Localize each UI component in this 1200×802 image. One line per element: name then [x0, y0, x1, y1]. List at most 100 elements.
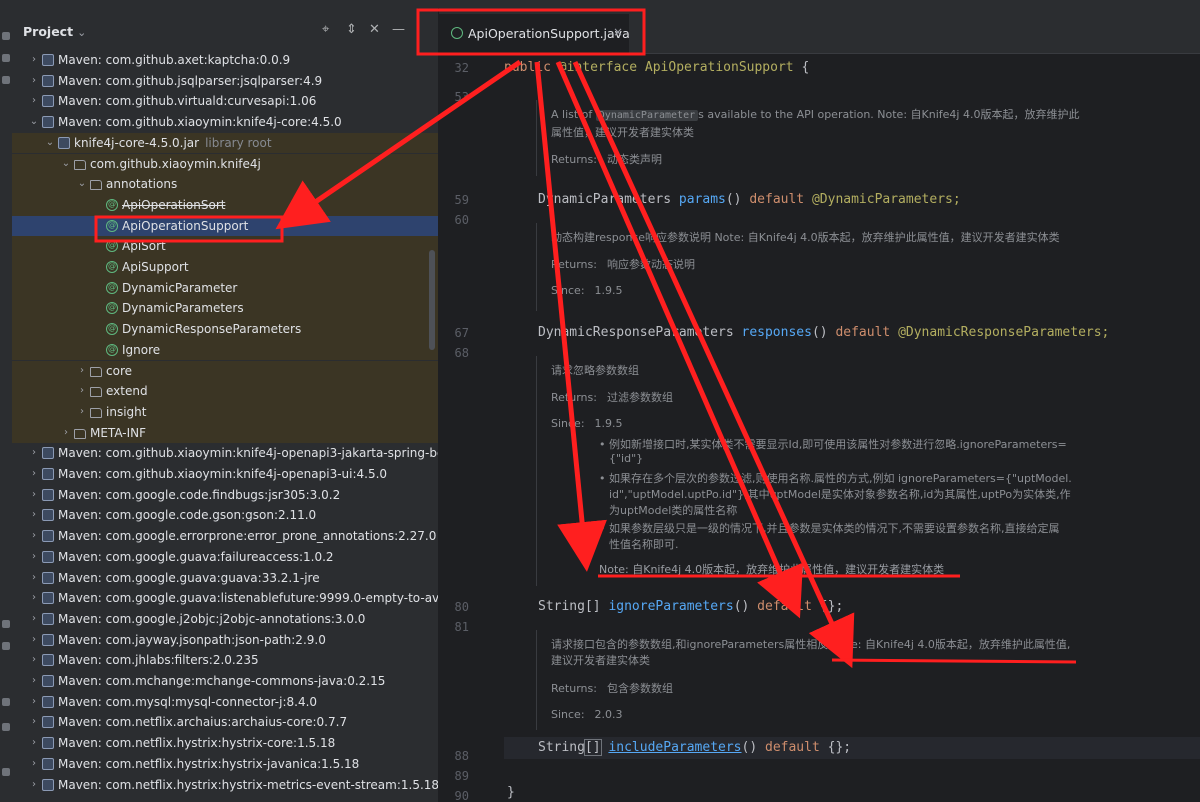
doc-returns: Returns: 动态类声明: [551, 151, 662, 167]
crosshair-icon[interactable]: ⌖: [322, 22, 329, 37]
structure-tool-icon[interactable]: [2, 76, 10, 84]
tree-row-text: Maven: com.github.axet:kaptcha:0.0.9: [58, 50, 290, 71]
chevron-right-icon[interactable]: ›: [28, 71, 40, 92]
chevron-right-icon[interactable]: ›: [28, 692, 40, 713]
tree-row[interactable]: ⌄ com.github.xiaoymin.knife4j: [12, 153, 438, 175]
doc-text: 动态构建response响应参数说明 Note: 自Knife4j 4.0版本起…: [551, 231, 1060, 244]
tree-row-text: ApiSort: [122, 236, 166, 257]
terminal-tool-icon[interactable]: [2, 642, 10, 650]
tree-row[interactable]: @ DynamicParameter: [12, 277, 438, 299]
chevron-right-icon[interactable]: ›: [28, 485, 40, 506]
chevron-right-icon[interactable]: ›: [28, 588, 40, 609]
project-tool-icon[interactable]: [2, 32, 10, 40]
tree-row[interactable]: › extend: [12, 381, 438, 402]
maven-library-icon: [42, 509, 54, 522]
tree-row[interactable]: › Maven: com.google.code.gson:gson:2.11.0: [12, 505, 438, 526]
tree-row[interactable]: ⌄ annotations: [12, 174, 438, 195]
tree-row[interactable]: › Maven: com.google.guava:listenablefutur…: [12, 588, 438, 609]
git-tool-icon[interactable]: [2, 723, 10, 731]
expand-icon[interactable]: ⇕: [346, 22, 357, 37]
tree-row[interactable]: › Maven: com.netflix.hystrix:hystrix-metr…: [12, 775, 438, 796]
doc-code-tag[interactable]: DynamicParameter: [595, 110, 699, 121]
tab-label: ApiOperationSupport.java: [468, 26, 630, 41]
project-scrollbar[interactable]: [429, 250, 435, 350]
chevron-right-icon[interactable]: ›: [28, 568, 40, 589]
code-line-32[interactable]: public @interface ApiOperationSupport {: [504, 60, 809, 75]
chevron-right-icon[interactable]: ›: [28, 609, 40, 630]
tree-row[interactable]: @ ApiSupport: [12, 257, 438, 278]
tree-row[interactable]: › Maven: com.google.guava:guava:33.2.1-jr…: [12, 568, 438, 589]
tree-row[interactable]: › Maven: com.github.axet:kaptcha:0.0.9: [12, 50, 438, 71]
chevron-right-icon[interactable]: ›: [76, 361, 88, 382]
commit-tool-icon[interactable]: [2, 54, 10, 62]
chevron-down-icon[interactable]: ⌄: [28, 112, 40, 133]
tree-row[interactable]: › core: [12, 360, 438, 382]
tree-row[interactable]: ⌄ knife4j-core-4.5.0.jar library root: [12, 132, 438, 154]
tree-row[interactable]: › META-INF: [12, 422, 438, 444]
tree-row[interactable]: @ Ignore: [12, 339, 438, 361]
maven-library-icon: [42, 116, 54, 129]
chevron-right-icon[interactable]: ›: [28, 650, 40, 671]
doc-fragment: 如果参数层级只是一级的情况下,并且参数是实体类的情况下,不需要设置参数名称,直接…: [609, 522, 1060, 535]
chevron-right-icon[interactable]: ›: [28, 526, 40, 547]
chevron-right-icon[interactable]: ›: [28, 733, 40, 754]
collapse-icon[interactable]: ✕: [369, 22, 380, 37]
chevron-right-icon[interactable]: ›: [28, 671, 40, 692]
chevron-right-icon[interactable]: ›: [76, 381, 88, 402]
chevron-right-icon[interactable]: ›: [28, 547, 40, 568]
tree-row[interactable]: › Maven: com.jayway.jsonpath:json-path:2.…: [12, 630, 438, 651]
tree-row[interactable]: ⌄ Maven: com.github.xiaoymin:knife4j-core…: [12, 112, 438, 133]
services-tool-icon[interactable]: [2, 620, 10, 628]
chevron-right-icon[interactable]: ›: [28, 712, 40, 733]
tree-row[interactable]: › Maven: com.github.xiaoymin:knife4j-open…: [12, 464, 438, 485]
tree-row-label: Maven: com.netflix.hystrix:hystrix-metri…: [58, 777, 438, 792]
code-line-59[interactable]: DynamicParameters params() default @Dyna…: [538, 192, 961, 207]
chevron-right-icon[interactable]: ›: [28, 91, 40, 112]
chevron-right-icon[interactable]: ›: [28, 50, 40, 71]
tree-row[interactable]: @ ApiSort: [12, 236, 438, 257]
tree-row[interactable]: @ ApiOperationSupport: [12, 215, 438, 237]
tree-row[interactable]: › Maven: com.github.virtuald:curvesapi:1.…: [12, 91, 438, 112]
chevron-down-icon[interactable]: ⌄: [77, 26, 86, 39]
tree-row-text: extend: [106, 381, 148, 402]
tree-row[interactable]: › Maven: com.mchange:mchange-commons-java…: [12, 671, 438, 692]
chevron-right-icon[interactable]: ›: [60, 423, 72, 444]
tree-row[interactable]: › Maven: com.netflix.hystrix:hystrix-core…: [12, 733, 438, 754]
code-line-67[interactable]: DynamicResponseParameters responses() de…: [538, 325, 1109, 340]
tree-row[interactable]: › insight: [12, 401, 438, 423]
chevron-right-icon[interactable]: ›: [28, 464, 40, 485]
chevron-down-icon[interactable]: ⌄: [76, 174, 88, 195]
chevron-right-icon[interactable]: ›: [28, 775, 40, 796]
minimize-icon[interactable]: —: [392, 22, 405, 37]
chevron-down-icon[interactable]: ⌄: [44, 133, 56, 154]
tree-row[interactable]: › Maven: com.netflix.hystrix:hystrix-java…: [12, 754, 438, 775]
tree-row[interactable]: › Maven: com.google.j2objc:j2objc-annotat…: [12, 609, 438, 630]
chevron-right-icon[interactable]: ›: [76, 402, 88, 423]
chevron-down-icon[interactable]: ⌄: [60, 154, 72, 175]
chevron-right-icon[interactable]: ›: [28, 443, 40, 464]
tree-row[interactable]: › Maven: com.jhlabs:filters:2.0.235: [12, 650, 438, 671]
annotation-icon: @: [106, 343, 118, 356]
project-title[interactable]: Project ⌄: [23, 24, 86, 39]
close-icon[interactable]: ×: [613, 25, 623, 39]
chevron-right-icon[interactable]: ›: [28, 754, 40, 775]
tree-row[interactable]: @ DynamicResponseParameters: [12, 319, 438, 340]
problems-tool-icon[interactable]: [2, 698, 10, 706]
tree-row[interactable]: @ ApiOperationSort: [12, 194, 438, 216]
code-line-80[interactable]: String[] ignoreParameters() default {};: [538, 599, 843, 614]
tree-row[interactable]: › Maven: com.google.errorprone:error_pron…: [12, 526, 438, 547]
todo-tool-icon[interactable]: [2, 768, 10, 776]
tab-apioperationsupport[interactable]: ApiOperationSupport.java ×: [439, 14, 630, 53]
tree-row[interactable]: › Maven: com.github.jsqlparser:jsqlparser…: [12, 71, 438, 92]
tree-row[interactable]: @ DynamicParameters: [12, 298, 438, 320]
tree-row[interactable]: › Maven: com.mysql:mysql-connector-j:8.4.…: [12, 692, 438, 713]
chevron-right-icon[interactable]: ›: [28, 630, 40, 651]
tree-row-text: Maven: com.google.code.findbugs:jsr305:3…: [58, 485, 340, 506]
chevron-right-icon[interactable]: ›: [28, 505, 40, 526]
doc-fragment: A list of: [551, 108, 593, 121]
tree-row[interactable]: › Maven: com.github.xiaoymin:knife4j-open…: [12, 443, 438, 464]
code-line-88[interactable]: String[] includeParameters() default {};: [538, 739, 851, 756]
tree-row[interactable]: › Maven: com.google.code.findbugs:jsr305:…: [12, 485, 438, 506]
tree-row[interactable]: › Maven: com.google.guava:failureaccess:1…: [12, 547, 438, 568]
tree-row[interactable]: › Maven: com.netflix.archaius:archaius-co…: [12, 712, 438, 733]
